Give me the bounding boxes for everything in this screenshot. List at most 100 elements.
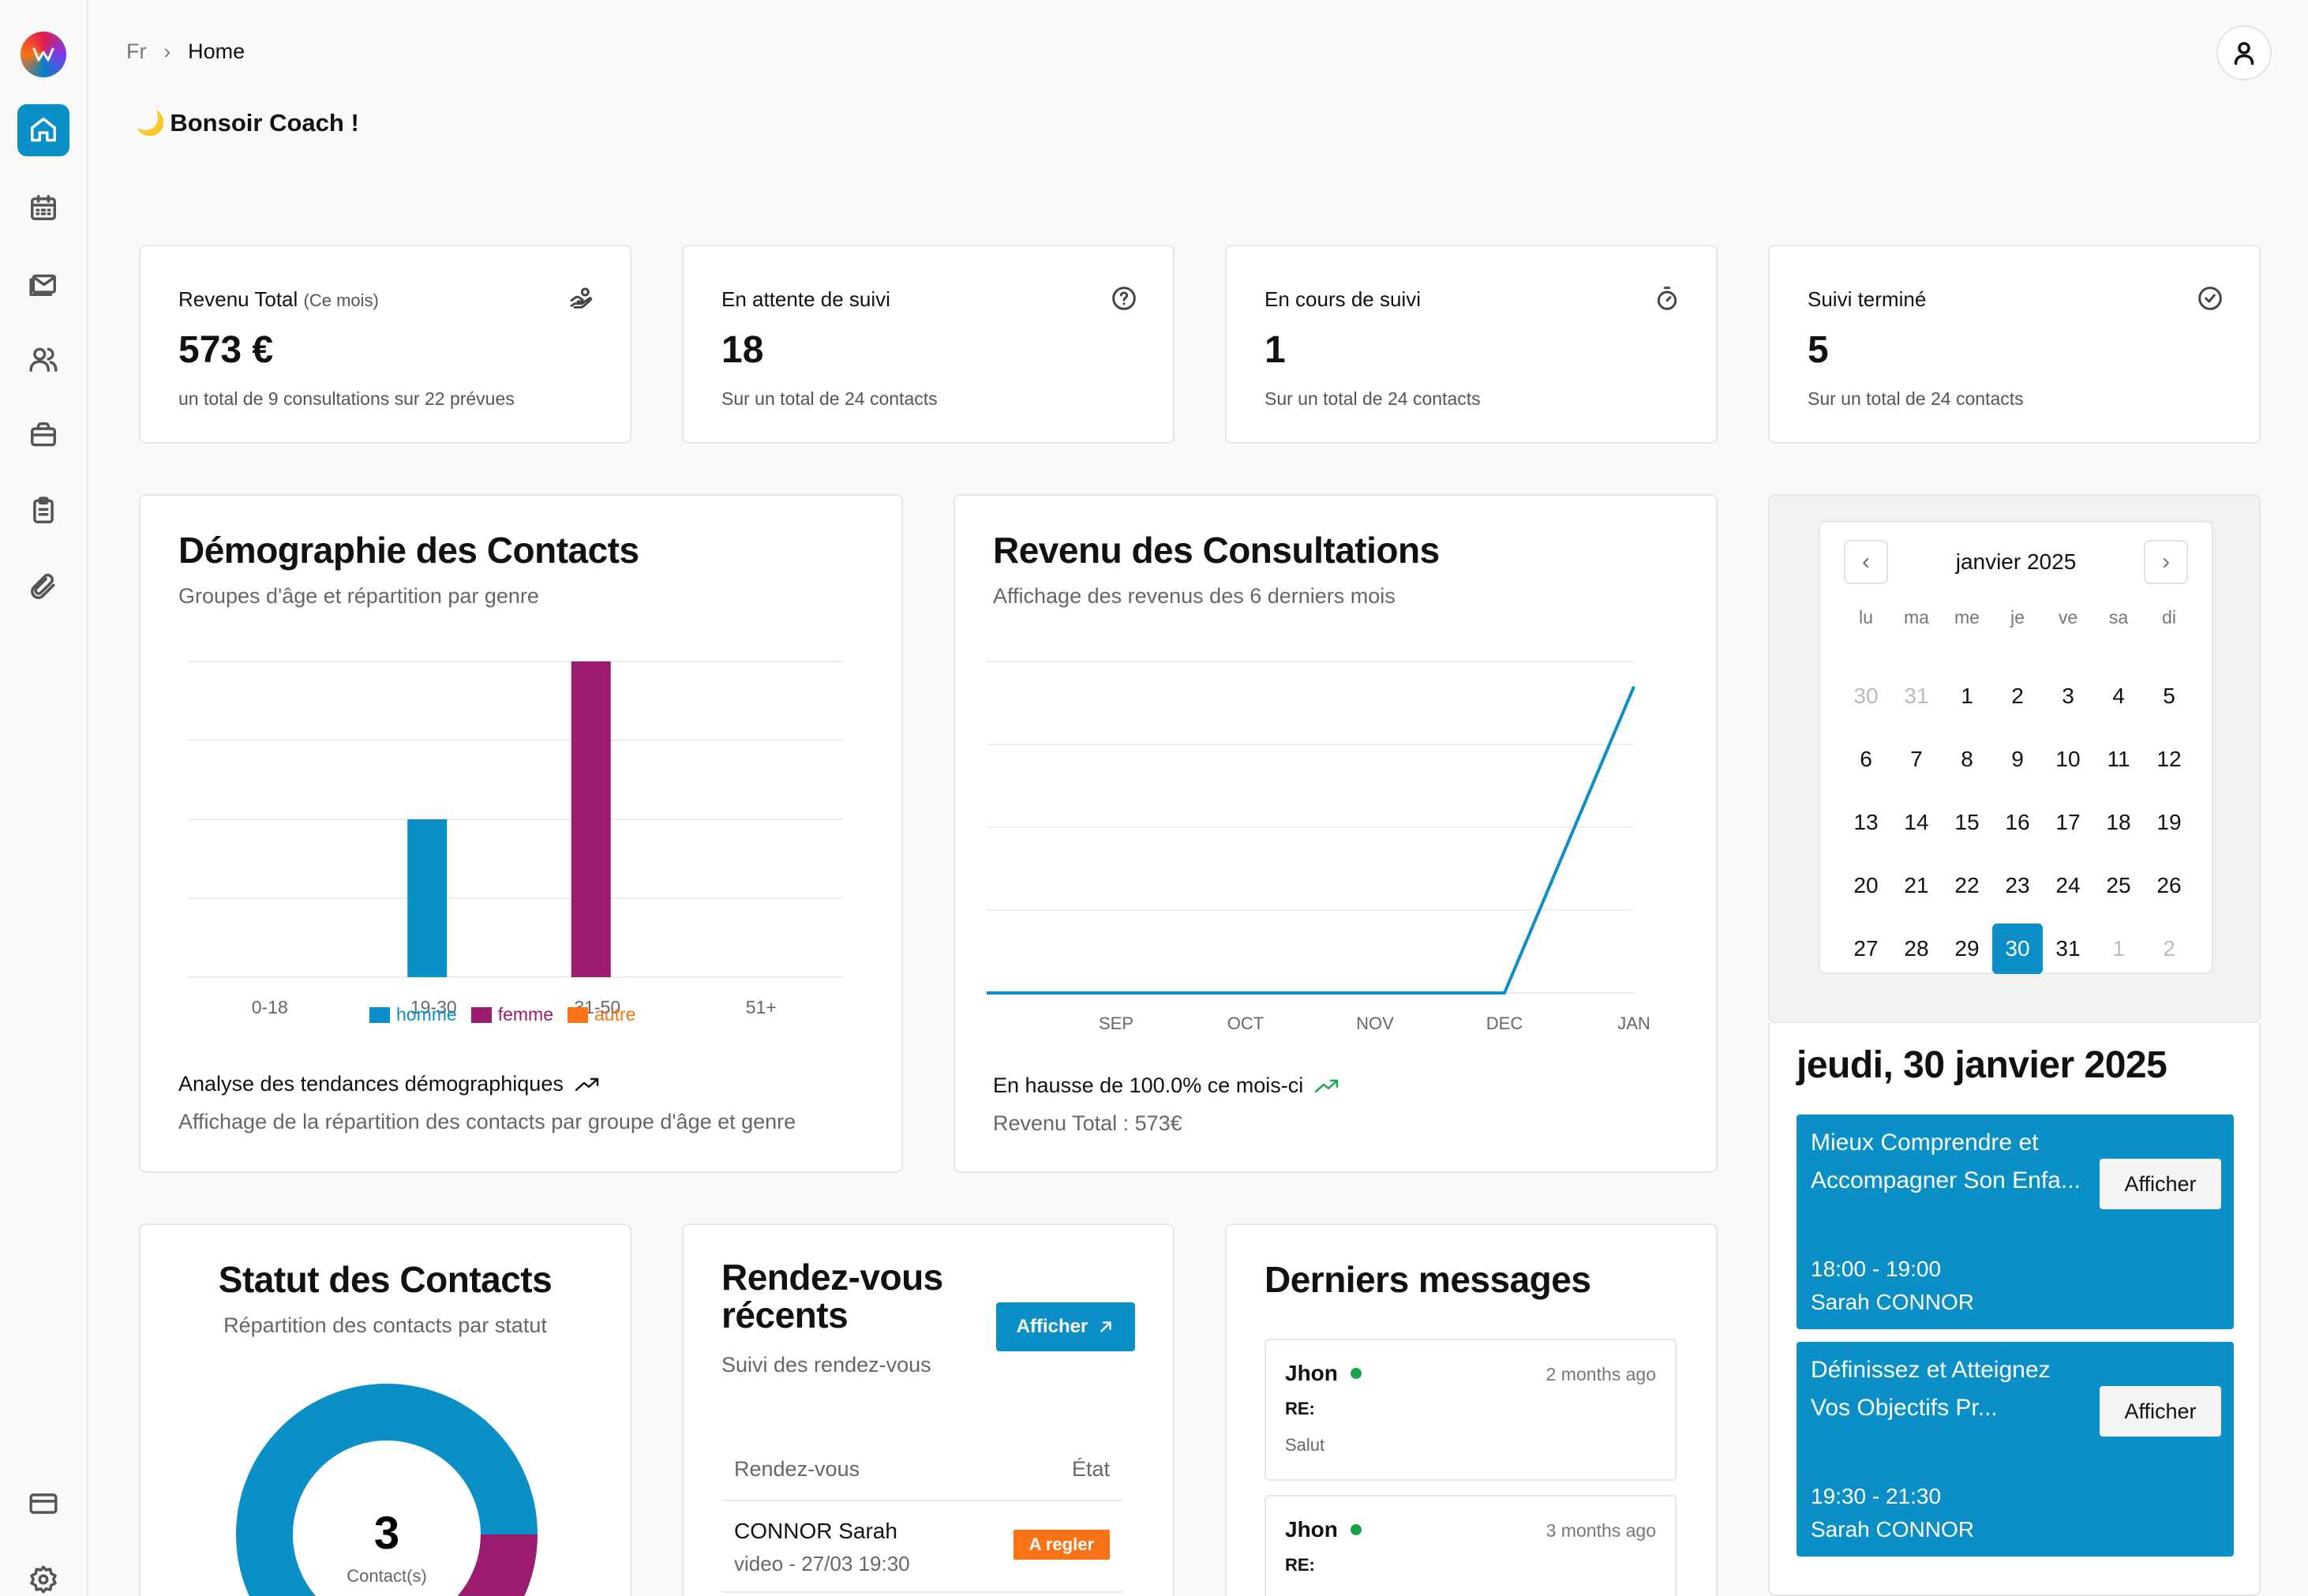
nav-users[interactable] <box>17 333 69 385</box>
calendar-day[interactable]: 13 <box>1841 797 1891 848</box>
stat-title: En attente de suivi <box>721 287 890 311</box>
calendar-next-button[interactable]: › <box>2144 540 2188 584</box>
greeting-text: Bonsoir Coach ! <box>170 109 359 137</box>
x-tick-label: DEC <box>1486 1013 1523 1033</box>
calendar-day[interactable]: 6 <box>1841 734 1891 785</box>
calendar-day[interactable]: 28 <box>1891 924 1942 974</box>
agenda-panel: jeudi, 30 janvier 2025 Mieux Comprendre … <box>1768 1023 2261 1596</box>
calendar-day[interactable]: 16 <box>1992 797 2043 848</box>
panel-title: Rendez-vous récents <box>721 1257 943 1336</box>
timer-icon <box>1654 286 1680 311</box>
calendar: janvier 2025 ‹ › lu ma me je ve sa di 30 31 1 2 3 4 5… <box>1819 521 2213 974</box>
calendar-day[interactable]: 30 <box>1841 671 1891 721</box>
calendar-day[interactable]: 23 <box>1992 860 2043 911</box>
event-time: 18:00 - 19:00 <box>1811 1257 1942 1281</box>
calendar-day[interactable]: 14 <box>1891 797 1942 848</box>
breadcrumb-root[interactable]: Fr <box>126 39 146 64</box>
appointment-meta: video - 27/03 19:30 <box>734 1552 910 1575</box>
calendar-panel: janvier 2025 ‹ › lu ma me je ve sa di 30 31 1 2 3 4 5… <box>1768 494 2261 1023</box>
stat-card-pending: En attente de suivi 18 Sur un total de 2… <box>682 245 1175 444</box>
calendar-day[interactable]: 12 <box>2144 734 2194 785</box>
weekday-label: sa <box>2108 607 2129 628</box>
weekday-label: lu <box>1859 607 1873 628</box>
calendar-grid: lu ma me je ve sa di 30 31 1 2 3 4 5 6 7 8 9 10 11 12 13 14 15 1… <box>1841 601 2194 980</box>
calendar-day[interactable]: 5 <box>2144 671 2194 721</box>
calendar-day[interactable]: 22 <box>1942 860 1992 911</box>
nav-settings[interactable] <box>17 1553 69 1596</box>
stat-value: 18 <box>721 329 764 371</box>
calendar-day[interactable]: 1 <box>2093 924 2144 974</box>
calendar-day[interactable]: 25 <box>2093 860 2144 911</box>
arrow-up-right-icon <box>1100 1321 1112 1332</box>
weekday-label: di <box>2162 607 2176 628</box>
agenda-event[interactable]: Définissez et Atteignez Vos Objectifs Pr… <box>1797 1342 2234 1557</box>
message-time: 3 months ago <box>1546 1520 1656 1541</box>
event-view-button[interactable]: Afficher <box>2100 1386 2221 1437</box>
calendar-day[interactable]: 17 <box>2043 797 2093 848</box>
nav-attachments[interactable] <box>17 560 69 613</box>
event-client: Sarah CONNOR <box>1811 1517 1974 1542</box>
stat-value: 5 <box>1808 329 1829 371</box>
calendar-day[interactable]: 11 <box>2093 734 2144 785</box>
calendar-day[interactable]: 7 <box>1891 734 1942 785</box>
stat-sub: Sur un total de 24 contacts <box>721 388 938 409</box>
table-row[interactable]: CONNOR Sarah video - 27/03 19:30 A regle… <box>721 1501 1122 1593</box>
breadcrumb-current: Home <box>188 39 245 63</box>
nav-inbox[interactable] <box>17 257 69 309</box>
agenda-date: jeudi, 30 janvier 2025 <box>1797 1044 2167 1086</box>
panel-title: Revenu des Consultations <box>993 530 1440 571</box>
calendar-day[interactable]: 26 <box>2144 860 2194 911</box>
calendar-day[interactable]: 8 <box>1942 734 1992 785</box>
calendar-day[interactable]: 19 <box>2144 797 2194 848</box>
panel-subtitle: Suivi des rendez-vous <box>721 1353 931 1377</box>
calendar-day[interactable]: 4 <box>2093 671 2144 721</box>
calendar-day[interactable]: 9 <box>1992 734 2043 785</box>
hand-coins-icon <box>568 286 594 311</box>
message-item[interactable]: Jhon 3 months ago RE: <box>1265 1495 1677 1596</box>
calendar-day[interactable]: 20 <box>1841 860 1891 911</box>
weekday-label: ma <box>1904 607 1929 628</box>
agenda-event[interactable]: Mieux Comprendre et Accompagner Son Enfa… <box>1797 1115 2234 1329</box>
calendar-prev-button[interactable]: ‹ <box>1844 540 1888 584</box>
calendar-day[interactable]: 2 <box>2144 924 2194 974</box>
appointments-card: Rendez-vous récents Suivi des rendez-vou… <box>682 1223 1175 1596</box>
calendar-day[interactable]: 21 <box>1891 860 1942 911</box>
calendar-day[interactable]: 2 <box>1992 671 2043 721</box>
home-icon <box>31 118 56 142</box>
help-circle-icon <box>1111 286 1137 311</box>
nav-billing[interactable] <box>17 1478 69 1530</box>
messages-card: Derniers messages Jhon 2 months ago RE: … <box>1225 1223 1718 1596</box>
calendar-day[interactable]: 10 <box>2043 734 2093 785</box>
weekday-label: ve <box>2058 607 2078 628</box>
stat-card-done: Suivi terminé 5 Sur un total de 24 conta… <box>1768 245 2261 444</box>
user-icon <box>2234 42 2254 66</box>
nav-home[interactable] <box>17 104 69 156</box>
app-logo[interactable] <box>21 32 66 77</box>
legend-swatch <box>470 1007 492 1023</box>
calendar-day[interactable]: 3 <box>2043 671 2093 721</box>
calendar-day[interactable]: 29 <box>1942 924 1992 974</box>
nav-briefcase[interactable] <box>17 409 69 461</box>
message-item[interactable]: Jhon 2 months ago RE: Salut <box>1265 1339 1677 1481</box>
calendar-day[interactable]: 31 <box>2043 924 2093 974</box>
calendar-day[interactable]: 15 <box>1942 797 1992 848</box>
calendar-day[interactable]: 24 <box>2043 860 2093 911</box>
inbox-icon <box>29 274 56 296</box>
appointments-view-button[interactable]: Afficher <box>996 1302 1135 1351</box>
event-view-button[interactable]: Afficher <box>2100 1159 2221 1209</box>
nav-calendar[interactable] <box>17 182 69 234</box>
calendar-day[interactable]: 27 <box>1841 924 1891 974</box>
message-sender: Jhon <box>1285 1517 1362 1542</box>
calendar-day[interactable]: 31 <box>1891 671 1942 721</box>
logo-icon <box>32 47 54 62</box>
donut-segment <box>457 1533 538 1596</box>
panel-subtitle: Affichage des revenus des 6 derniers moi… <box>993 584 1396 608</box>
calendar-day[interactable]: 30 <box>1992 924 2043 974</box>
revenue-series-line <box>987 686 1635 995</box>
event-client: Sarah CONNOR <box>1811 1290 1974 1314</box>
nav-clipboard[interactable] <box>17 485 69 537</box>
greeting: 🌙 Bonsoir Coach ! <box>136 109 359 137</box>
calendar-day[interactable]: 18 <box>2093 797 2144 848</box>
calendar-day[interactable]: 1 <box>1942 671 1992 721</box>
user-menu-button[interactable] <box>2216 25 2272 81</box>
